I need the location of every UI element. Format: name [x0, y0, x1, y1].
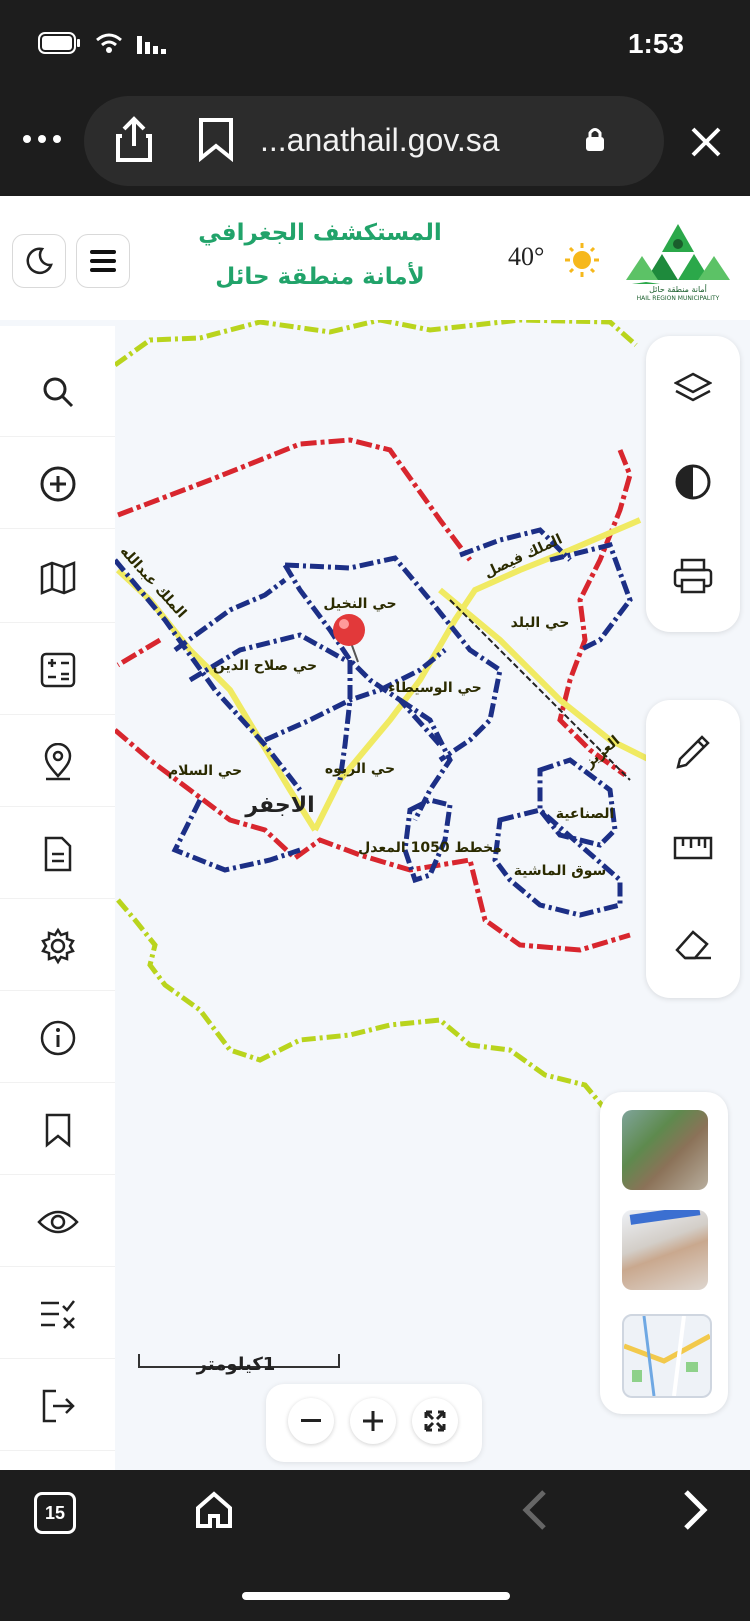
pencil-icon [676, 735, 710, 769]
draw-button[interactable] [646, 712, 740, 792]
label-souq: سوق الماشية [514, 863, 607, 879]
erase-button[interactable] [646, 904, 740, 984]
checklist-icon [40, 1300, 75, 1329]
home-icon[interactable] [194, 1490, 234, 1530]
left-toolbar [0, 326, 115, 1470]
status-time: 1:53 [627, 28, 684, 59]
zoom-in-button[interactable] [350, 1398, 396, 1444]
share-icon[interactable] [114, 116, 154, 164]
eye-icon [36, 1210, 79, 1234]
map-icon [40, 561, 75, 595]
label-nakheel: حي النخيل [323, 596, 396, 612]
region-boundary [113, 320, 727, 1143]
ruler-icon [673, 836, 713, 860]
menu-button[interactable] [76, 234, 130, 288]
back-icon[interactable] [520, 1488, 550, 1532]
temperature: 40° [508, 242, 545, 271]
label-salahaldin: حي صلاح الدين [213, 658, 317, 674]
plus-icon [363, 1411, 383, 1431]
battery-icon [38, 32, 80, 54]
sun-icon [565, 243, 599, 277]
browser-toolbar: ...anathail.gov.sa [0, 96, 750, 196]
label-salam: حي السلام [168, 763, 242, 779]
label-mukhattat: مخطط 1050 المعدل [358, 840, 502, 856]
bookmarks-button[interactable] [0, 1086, 115, 1175]
printer-icon [673, 558, 713, 594]
basemap-selector [600, 1092, 728, 1414]
page-title: المستكشف الجغرافي [198, 220, 442, 246]
streets-basemap[interactable] [622, 1314, 712, 1398]
address-bar[interactable]: ...anathail.gov.sa [84, 96, 664, 186]
logout-icon [42, 1389, 75, 1423]
visibility-button[interactable] [0, 1178, 115, 1267]
contrast-icon [675, 464, 711, 500]
full-extent-button[interactable] [412, 1398, 458, 1444]
dark-mode-button[interactable] [12, 234, 66, 288]
settings-icon [40, 927, 75, 965]
moon-icon [26, 247, 53, 275]
info-button[interactable] [0, 994, 115, 1083]
label-wusaita: حي الوسيطاء [388, 680, 482, 696]
checklist-button[interactable] [0, 1270, 115, 1359]
print-button[interactable] [646, 536, 740, 616]
hamburger-icon [90, 250, 116, 272]
layers-button[interactable] [646, 348, 740, 428]
wifi-icon [96, 33, 122, 53]
settings-button[interactable] [0, 902, 115, 991]
url-text: ...anathail.gov.sa [260, 122, 500, 158]
info-icon [40, 1020, 75, 1056]
forward-icon[interactable] [680, 1488, 710, 1532]
eraser-icon [675, 930, 711, 960]
minus-icon [301, 1419, 321, 1422]
more-icon[interactable] [22, 134, 62, 144]
add-button[interactable] [0, 440, 115, 529]
search-icon [43, 377, 73, 408]
home-indicator [242, 1592, 510, 1600]
satellite-basemap[interactable] [622, 1110, 708, 1190]
status-bar: 1:53 [0, 0, 750, 96]
close-icon[interactable] [690, 126, 722, 158]
label-sinaiya: الصناعية [556, 806, 615, 822]
bookmark-icon[interactable] [196, 116, 236, 162]
logout-button[interactable] [0, 1362, 115, 1451]
imagery-basemap[interactable] [622, 1210, 708, 1290]
calculator-icon [40, 652, 75, 688]
lock-icon [586, 128, 604, 151]
map-controls-panel [646, 336, 740, 632]
document-icon [44, 836, 71, 872]
label-rabwa: حي الربوه [325, 761, 395, 777]
contrast-button[interactable] [646, 442, 740, 522]
status-icons [38, 32, 168, 54]
map-button[interactable] [0, 534, 115, 623]
scale-label: 1كيلومتر [196, 1354, 276, 1375]
expand-icon [424, 1410, 446, 1432]
label-balad: حي البلد [511, 615, 570, 631]
page-subtitle: لأمانة منطقة حائل [215, 264, 425, 290]
calculator-button[interactable] [0, 626, 115, 715]
location-pin-icon [44, 743, 71, 781]
bookmark-icon [45, 1113, 70, 1148]
tabs-button[interactable]: 15 [34, 1492, 76, 1534]
municipality-logo: أمانة منطقة حائل HAIL REGION MUNICIPALIT… [626, 224, 730, 302]
logo-caption: HAIL REGION MUNICIPALITY [637, 295, 720, 302]
label-ajfar: الاجفر [244, 793, 314, 818]
search-button[interactable] [0, 348, 115, 437]
logo-arabic: أمانة منطقة حائل [649, 284, 707, 294]
tab-count: 15 [44, 1502, 66, 1523]
zoom-controls [266, 1384, 482, 1462]
add-circle-icon [40, 466, 75, 502]
location-button[interactable] [0, 718, 115, 807]
document-button[interactable] [0, 810, 115, 899]
measure-button[interactable] [646, 808, 740, 888]
drawing-tools-panel [646, 700, 740, 998]
layers-icon [674, 372, 712, 402]
zoom-out-button[interactable] [288, 1398, 334, 1444]
signal-icon [137, 36, 166, 54]
